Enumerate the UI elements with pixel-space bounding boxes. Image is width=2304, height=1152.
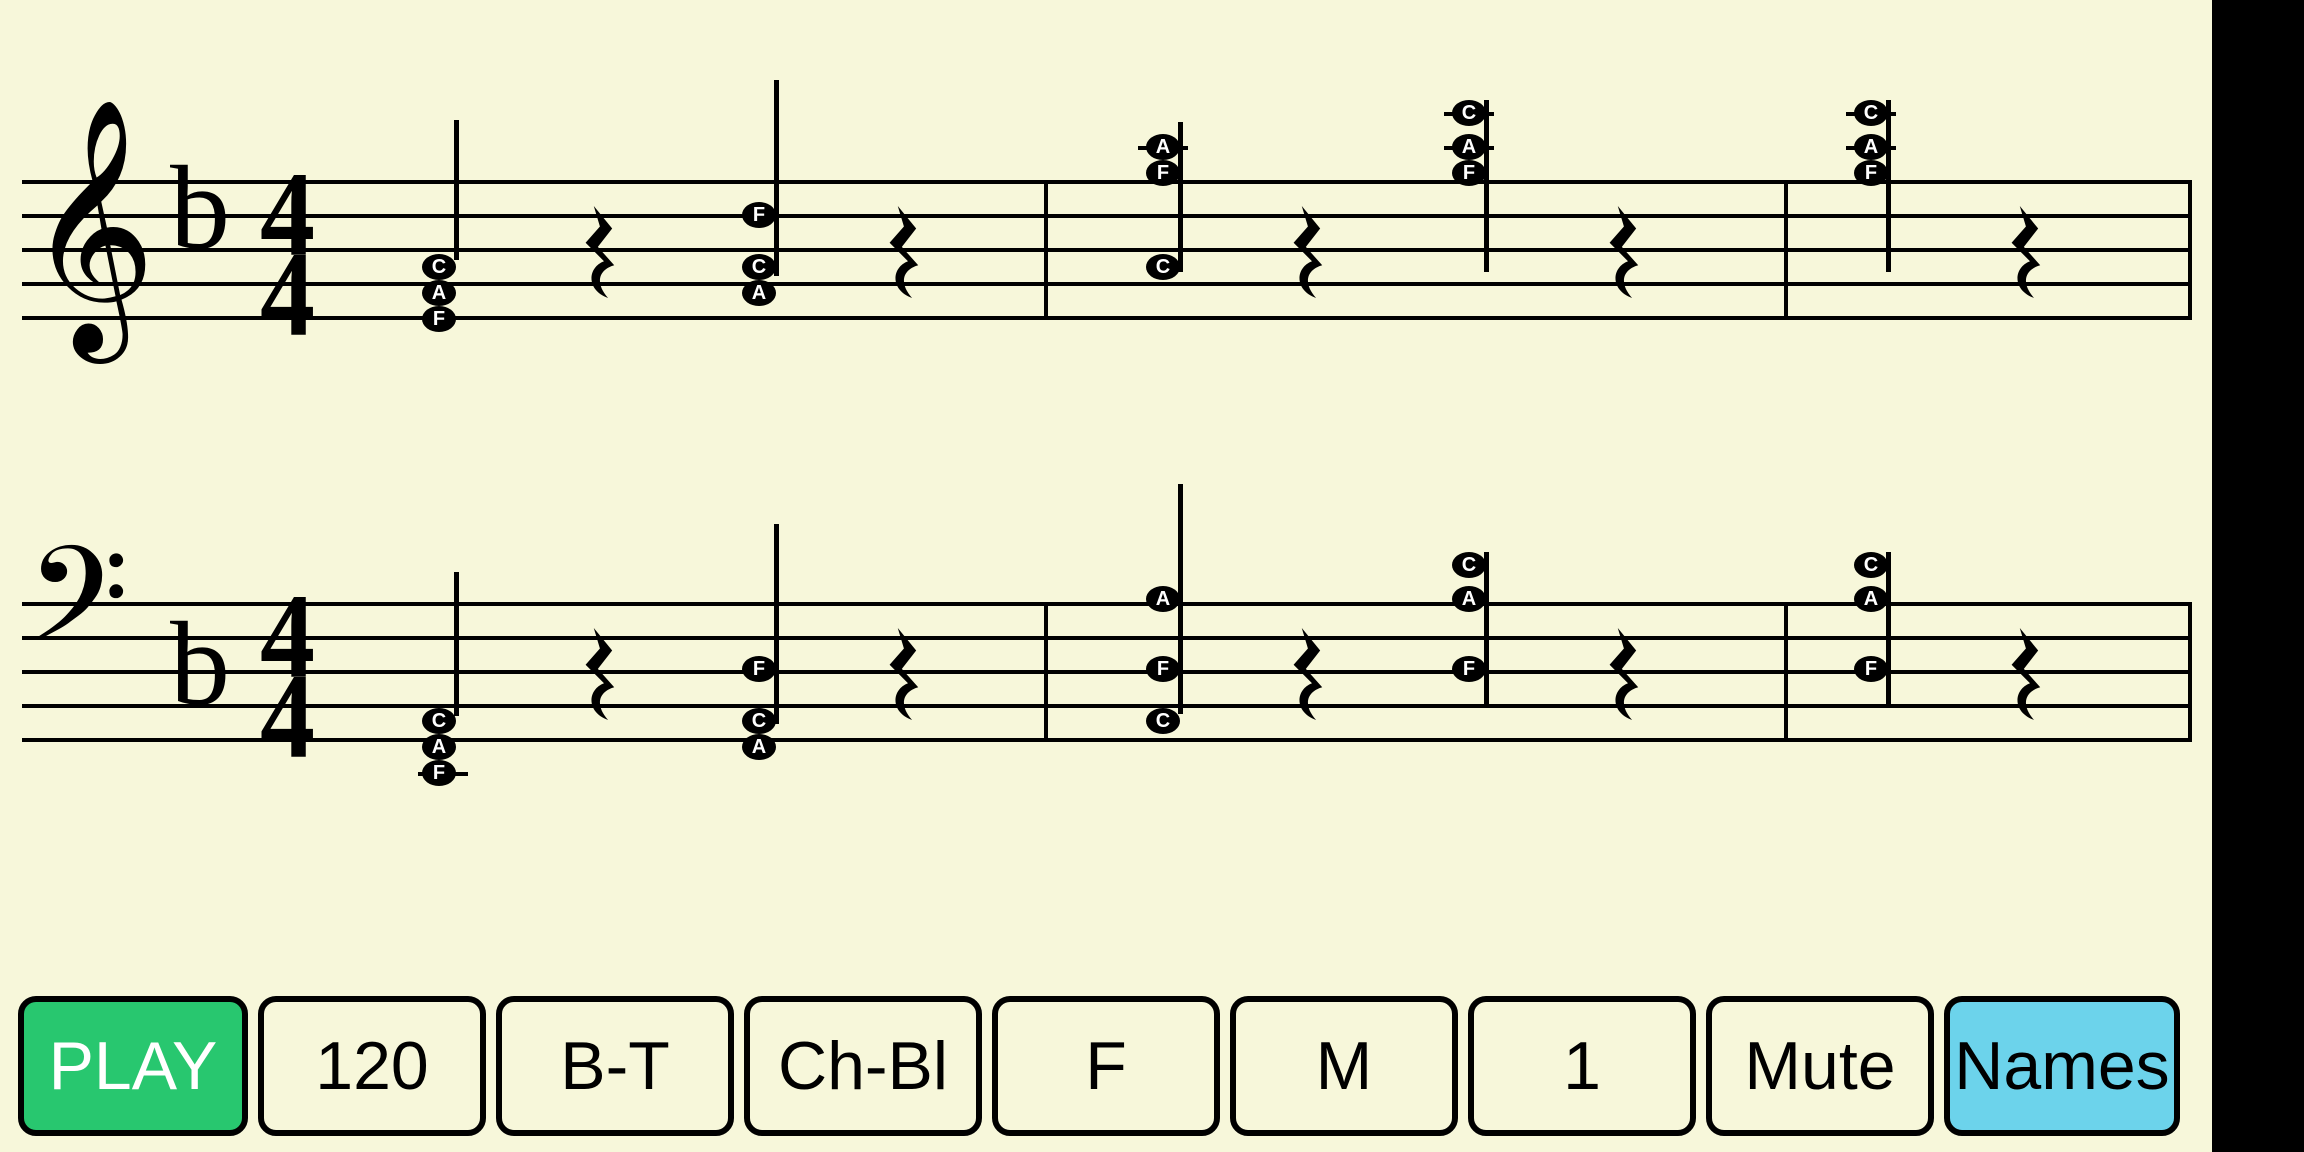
stem	[774, 524, 779, 724]
quarter-rest-icon	[886, 628, 930, 720]
bt-button[interactable]: B-T	[496, 996, 734, 1136]
notehead-a: A	[1452, 586, 1486, 612]
key-sig-flat: b	[170, 148, 230, 268]
notehead-c: C	[1146, 254, 1180, 280]
key-sig-flat: b	[170, 604, 230, 724]
barline	[1044, 602, 1048, 742]
toolbar: PLAY 120 B-T Ch-Bl F M 1 Mute Names	[18, 996, 2180, 1136]
play-button[interactable]: PLAY	[18, 996, 248, 1136]
notehead-c: C	[1452, 100, 1486, 126]
notehead-f: F	[742, 656, 776, 682]
stem	[454, 120, 459, 260]
notehead-f: F	[1452, 656, 1486, 682]
treble-staff: 𝄞 b 4 4 C A F F C A A F C C A F	[22, 180, 2192, 350]
inv-button[interactable]: 1	[1468, 996, 1696, 1136]
notehead-f: F	[1146, 160, 1180, 186]
barline	[1044, 180, 1048, 320]
notehead-f: F	[1854, 160, 1888, 186]
names-button[interactable]: Names	[1944, 996, 2180, 1136]
tempo-button[interactable]: 120	[258, 996, 486, 1136]
notehead-f: F	[1146, 656, 1180, 682]
bass-staff: 𝄢 b 4 4 C A F F C A A F C C A F	[22, 602, 2192, 772]
notehead-f: F	[1854, 656, 1888, 682]
quarter-rest-icon	[582, 206, 626, 298]
notehead-f: F	[1452, 160, 1486, 186]
barline	[1784, 180, 1788, 320]
notehead-c: C	[1854, 100, 1888, 126]
quarter-rest-icon	[1290, 628, 1334, 720]
notehead-a: A	[1854, 586, 1888, 612]
stem	[1886, 552, 1891, 707]
notehead-a: A	[1854, 134, 1888, 160]
notehead-a: A	[1452, 134, 1486, 160]
stem	[774, 80, 779, 276]
notehead-a: A	[1146, 586, 1180, 612]
stem	[1484, 552, 1489, 707]
notehead-c: C	[1452, 552, 1486, 578]
quarter-rest-icon	[886, 206, 930, 298]
notehead-a: A	[422, 734, 456, 760]
ts-bot: 4	[260, 672, 315, 760]
stem	[1886, 100, 1891, 272]
treble-clef-icon: 𝄞	[26, 116, 156, 336]
notehead-c: C	[422, 708, 456, 734]
barline	[2188, 180, 2192, 320]
mode-button[interactable]: M	[1230, 996, 1458, 1136]
quarter-rest-icon	[1290, 206, 1334, 298]
key-button[interactable]: F	[992, 996, 1220, 1136]
time-signature: 4 4	[260, 180, 315, 334]
notehead-c: C	[422, 254, 456, 280]
notehead-f: F	[422, 760, 456, 786]
stem	[454, 572, 459, 716]
notehead-a: A	[742, 734, 776, 760]
bass-clef-icon: 𝄢	[26, 532, 129, 692]
time-signature: 4 4	[260, 602, 315, 756]
notehead-f: F	[422, 306, 456, 332]
stem	[1484, 100, 1489, 272]
notehead-c: C	[1146, 708, 1180, 734]
barline	[1784, 602, 1788, 742]
quarter-rest-icon	[1606, 206, 1650, 298]
quarter-rest-icon	[1606, 628, 1650, 720]
mute-button[interactable]: Mute	[1706, 996, 1934, 1136]
chbl-button[interactable]: Ch-Bl	[744, 996, 982, 1136]
ts-bot: 4	[260, 250, 315, 338]
notehead-c: C	[1854, 552, 1888, 578]
notehead-c: C	[742, 254, 776, 280]
notehead-a: A	[422, 280, 456, 306]
quarter-rest-icon	[2008, 628, 2052, 720]
barline	[2188, 602, 2192, 742]
notehead-c: C	[742, 708, 776, 734]
quarter-rest-icon	[582, 628, 626, 720]
notehead-f: F	[742, 202, 776, 228]
notehead-a: A	[742, 280, 776, 306]
quarter-rest-icon	[2008, 206, 2052, 298]
notehead-a: A	[1146, 134, 1180, 160]
